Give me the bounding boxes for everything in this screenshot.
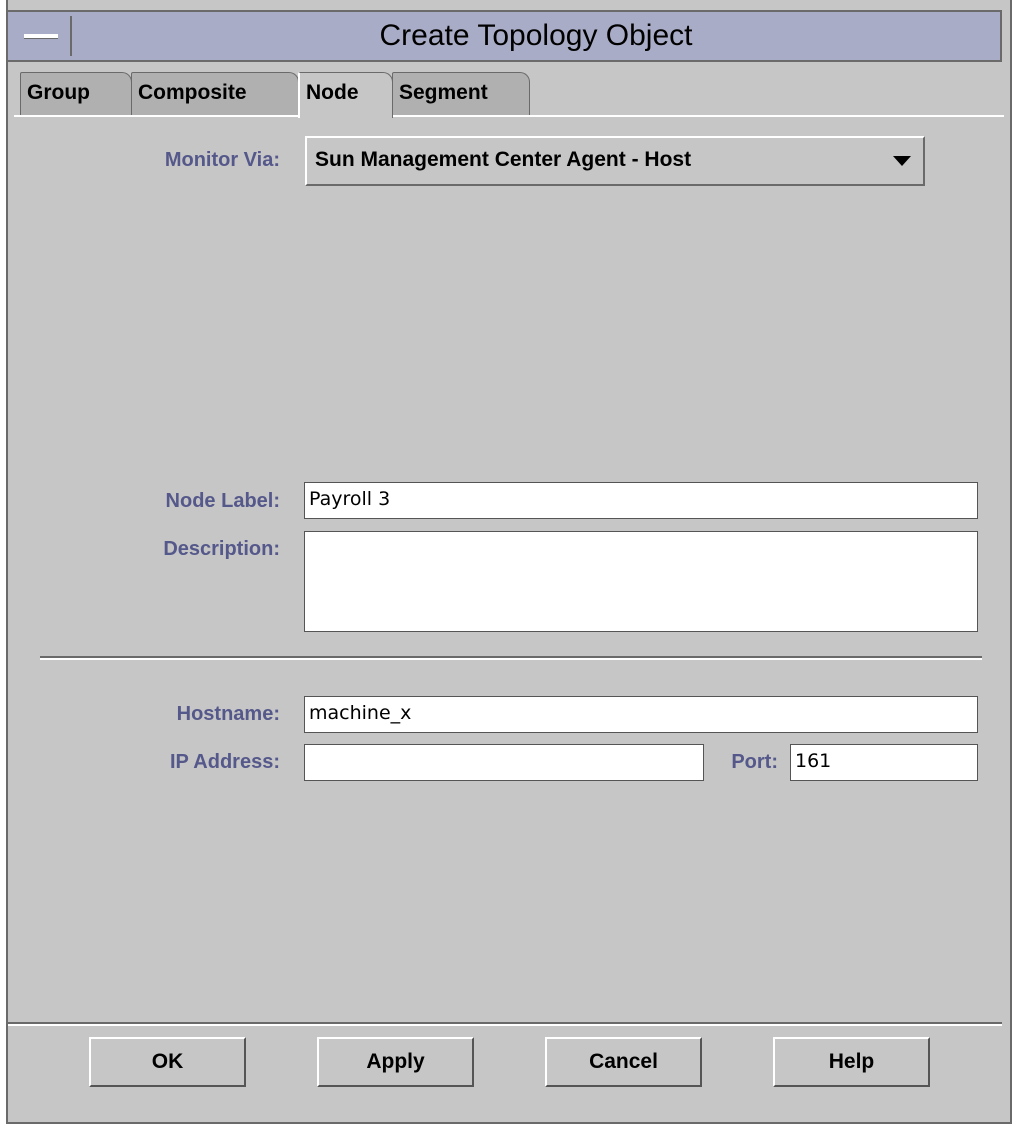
hostname-input[interactable]: machine_x <box>304 696 978 733</box>
tab-segment[interactable]: Segment <box>392 72 530 116</box>
description-textarea[interactable] <box>304 531 978 632</box>
description-label: Description: <box>163 538 280 560</box>
ip-address-label: IP Address: <box>169 751 280 773</box>
title-bar[interactable]: Create Topology Object <box>6 10 1002 62</box>
tab-node[interactable]: Node <box>298 72 393 118</box>
port-input[interactable]: 161 <box>790 744 978 781</box>
window-title: Create Topology Object <box>379 19 693 52</box>
hostname-label: Hostname: <box>176 703 280 725</box>
window-menu-icon <box>24 34 58 39</box>
separator <box>40 656 982 660</box>
ip-address-input[interactable] <box>304 744 704 781</box>
ok-button[interactable]: OK <box>89 1037 246 1087</box>
port-label: Port: <box>731 751 778 773</box>
node-label-input[interactable]: Payroll 3 <box>304 482 978 519</box>
tab-group[interactable]: Group <box>20 72 132 116</box>
window-menu-button[interactable] <box>12 16 72 56</box>
node-label-label: Node Label: <box>165 490 280 512</box>
help-button[interactable]: Help <box>773 1037 930 1087</box>
monitor-via-dropdown[interactable]: Sun Management Center Agent - Host <box>305 136 925 186</box>
button-bar-separator <box>8 1022 1002 1026</box>
monitor-via-value: Sun Management Center Agent - Host <box>315 148 692 171</box>
monitor-via-label: Monitor Via: <box>164 149 280 171</box>
dropdown-arrow-icon <box>893 156 911 166</box>
apply-button[interactable]: Apply <box>317 1037 474 1087</box>
tab-composite[interactable]: Composite <box>131 72 299 116</box>
cancel-button[interactable]: Cancel <box>545 1037 702 1087</box>
